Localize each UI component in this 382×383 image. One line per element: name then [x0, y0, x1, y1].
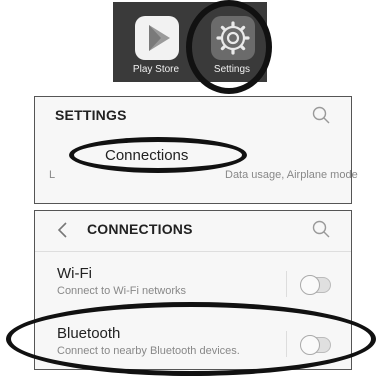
- search-icon[interactable]: [311, 219, 331, 239]
- connections-subtitle: Data usage, Airplane mode: [225, 169, 358, 181]
- toggle-knob: [300, 275, 320, 295]
- header-divider: [35, 251, 351, 252]
- play-store-app[interactable]: Play Store: [121, 2, 191, 82]
- play-store-label: Play Store: [132, 64, 180, 75]
- wifi-toggle[interactable]: [300, 275, 331, 295]
- connections-header: CONNECTIONS: [35, 211, 351, 251]
- search-icon[interactable]: [311, 105, 331, 125]
- play-store-icon: [135, 16, 179, 60]
- page-title: CONNECTIONS: [87, 221, 193, 237]
- settings-highlight-ring: [186, 0, 272, 94]
- wifi-title: Wi-Fi: [57, 265, 92, 282]
- bluetooth-highlight-ring: [6, 302, 376, 376]
- page-title: SETTINGS: [55, 107, 127, 123]
- settings-header: SETTINGS: [35, 97, 351, 137]
- wifi-subtitle: Connect to Wi-Fi networks: [57, 285, 186, 297]
- toggle-separator: [286, 271, 287, 297]
- connections-highlight-ring: [69, 137, 247, 173]
- settings-screen: SETTINGS L Data usage, Airplane mode Con…: [34, 96, 358, 204]
- connections-subtitle-fragment: L: [49, 169, 56, 181]
- back-arrow-icon[interactable]: [53, 220, 73, 240]
